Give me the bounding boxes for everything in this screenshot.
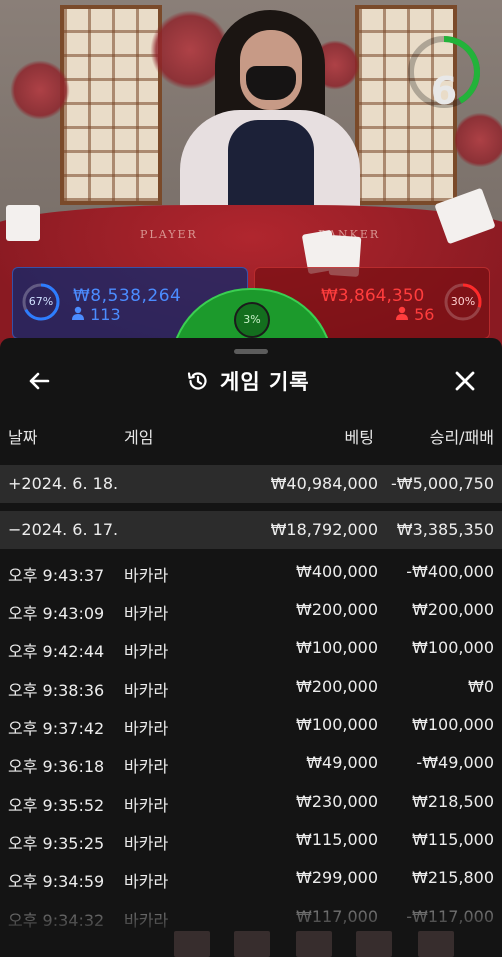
row-game: 바카라 xyxy=(124,834,169,853)
person-icon xyxy=(71,305,90,324)
countdown-number: 6 xyxy=(430,69,458,113)
history-row[interactable]: 오후 9:38:36 바카라 ₩200,000 ₩0 xyxy=(0,668,502,706)
column-header-game: 게임 xyxy=(124,428,154,447)
blossom-decoration xyxy=(10,60,70,120)
history-row[interactable]: 오후 9:35:52 바카라 ₩230,000 ₩218,500 xyxy=(0,783,502,821)
row-time: 오후 9:38:36 xyxy=(8,681,105,700)
back-button[interactable] xyxy=(24,366,54,396)
row-bet: ₩299,000 xyxy=(296,868,378,887)
row-time: 오후 9:37:42 xyxy=(8,719,105,738)
date-group-bet-total: ₩18,792,000 xyxy=(270,520,378,539)
blossom-decoration xyxy=(455,110,502,170)
banker-percent: 30% xyxy=(450,295,476,308)
date-group-toggle: +2024. 6. 18. xyxy=(8,474,119,493)
tie-percent: 3% xyxy=(234,302,270,338)
person-icon xyxy=(395,305,414,324)
close-button[interactable] xyxy=(450,366,480,396)
row-bet: ₩200,000 xyxy=(296,677,378,696)
row-result: ₩200,000 xyxy=(412,600,494,619)
banker-bettor-count-value: 56 xyxy=(414,305,435,324)
row-result: ₩115,000 xyxy=(412,830,494,849)
row-result: ₩100,000 xyxy=(412,715,494,734)
date-group-row[interactable]: −2024. 6. 17. ₩18,792,000 ₩3,385,350 xyxy=(0,511,502,549)
thumbnail xyxy=(234,931,270,957)
sheet-drag-handle[interactable] xyxy=(234,349,268,354)
date-group-bet-total: ₩40,984,000 xyxy=(270,474,378,493)
card-shoe xyxy=(6,205,40,241)
sheet-title-text: 게임 기록 xyxy=(220,370,310,394)
bottom-thumbnail-strip xyxy=(0,928,502,957)
row-bet: ₩100,000 xyxy=(296,715,378,734)
row-result: ₩215,800 xyxy=(412,868,494,887)
history-row[interactable]: 오후 9:43:09 바카라 ₩200,000 ₩200,000 xyxy=(0,591,502,629)
history-row[interactable]: 오후 9:35:25 바카라 ₩115,000 ₩115,000 xyxy=(0,821,502,859)
row-bet: ₩115,000 xyxy=(296,830,378,849)
history-row[interactable]: 오후 9:42:44 바카라 ₩100,000 ₩100,000 xyxy=(0,629,502,667)
sheet-header: 게임 기록 xyxy=(0,360,502,402)
row-result: -₩49,000 xyxy=(416,753,494,772)
game-history-sheet: 게임 기록 날짜 게임 베팅 승리/패배 +2024. 6. 18. ₩40,9… xyxy=(0,338,502,957)
row-game: 바카라 xyxy=(124,872,169,891)
history-row[interactable]: 오후 9:34:59 바카라 ₩299,000 ₩215,800 xyxy=(0,859,502,897)
row-bet: ₩49,000 xyxy=(306,753,378,772)
row-game: 바카라 xyxy=(124,757,169,776)
banker-bettor-count: 56 xyxy=(395,305,434,324)
date-group-row[interactable]: +2024. 6. 18. ₩40,984,000 -₩5,000,750 xyxy=(0,465,502,503)
player-bettor-count: 113 xyxy=(71,305,121,324)
row-time: 오후 9:34:59 xyxy=(8,872,105,891)
row-time: 오후 9:35:52 xyxy=(8,796,105,815)
row-result: ₩218,500 xyxy=(412,792,494,811)
row-game: 바카라 xyxy=(124,719,169,738)
banker-percent-ring: 30% xyxy=(443,282,483,322)
history-row[interactable]: 오후 9:36:18 바카라 ₩49,000 -₩49,000 xyxy=(0,744,502,782)
dealer-mask xyxy=(246,66,296,100)
row-time: 오후 9:43:09 xyxy=(8,604,105,623)
row-bet: ₩100,000 xyxy=(296,638,378,657)
row-game: 바카라 xyxy=(124,681,169,700)
thumbnail xyxy=(174,931,210,957)
row-result: ₩100,000 xyxy=(412,638,494,657)
column-header-date: 날짜 xyxy=(8,428,38,447)
date-group-toggle: −2024. 6. 17. xyxy=(8,520,119,539)
row-bet: ₩117,000 xyxy=(296,907,378,926)
arrow-left-icon xyxy=(29,372,50,390)
row-game: 바카라 xyxy=(124,796,169,815)
countdown-timer: 6 xyxy=(408,26,480,113)
row-time: 오후 9:36:18 xyxy=(8,757,105,776)
player-percent: 67% xyxy=(28,295,54,308)
player-bettor-count-value: 113 xyxy=(90,305,121,324)
player-percent-ring: 67% xyxy=(21,282,61,322)
table-label-player: PLAYER xyxy=(140,228,198,241)
date-group-result-total: -₩5,000,750 xyxy=(390,474,494,493)
close-icon xyxy=(455,371,475,391)
row-bet: ₩230,000 xyxy=(296,792,378,811)
history-row[interactable]: 오후 9:37:42 바카라 ₩100,000 ₩100,000 xyxy=(0,706,502,744)
row-game: 바카라 xyxy=(124,604,169,623)
thumbnail xyxy=(418,931,454,957)
row-result: -₩117,000 xyxy=(406,907,494,926)
row-result: -₩400,000 xyxy=(406,562,494,581)
row-game: 바카라 xyxy=(124,642,169,661)
date-group-result-total: ₩3,385,350 xyxy=(396,520,494,539)
row-bet: ₩400,000 xyxy=(296,562,378,581)
column-header-bet: 베팅 xyxy=(344,428,374,447)
sheet-title: 게임 기록 xyxy=(186,364,310,398)
row-time: 오후 9:42:44 xyxy=(8,642,105,661)
thumbnail xyxy=(296,931,332,957)
row-time: 오후 9:35:25 xyxy=(8,834,105,853)
column-header-win-loss: 승리/패배 xyxy=(429,428,494,447)
row-result: ₩0 xyxy=(468,677,494,696)
banker-bet-amount: ₩3,864,350 xyxy=(321,286,425,306)
row-time: 오후 9:43:37 xyxy=(8,566,105,585)
row-game: 바카라 xyxy=(124,566,169,585)
history-clock-icon xyxy=(187,372,207,390)
row-bet: ₩200,000 xyxy=(296,600,378,619)
history-row[interactable]: 오후 9:43:37 바카라 ₩400,000 -₩400,000 xyxy=(0,553,502,591)
folding-screen-panel xyxy=(60,5,162,205)
thumbnail xyxy=(356,931,392,957)
player-bet-amount: ₩8,538,264 xyxy=(73,286,182,306)
